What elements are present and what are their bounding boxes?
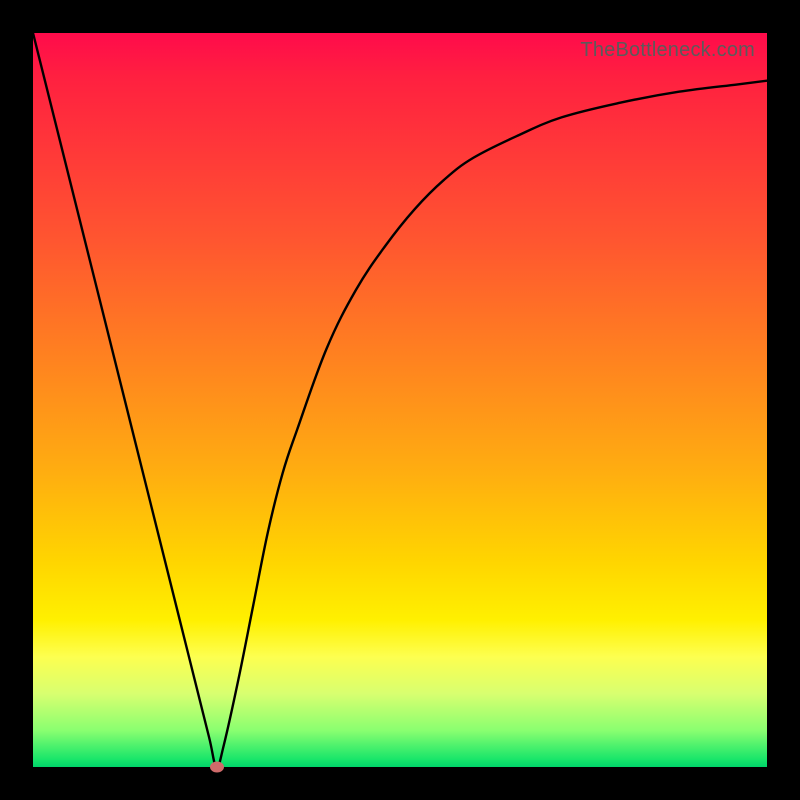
plot-area: TheBottleneck.com: [33, 33, 767, 767]
bottleneck-curve: [33, 33, 767, 767]
chart-frame: TheBottleneck.com: [0, 0, 800, 800]
minimum-marker-icon: [210, 762, 224, 773]
